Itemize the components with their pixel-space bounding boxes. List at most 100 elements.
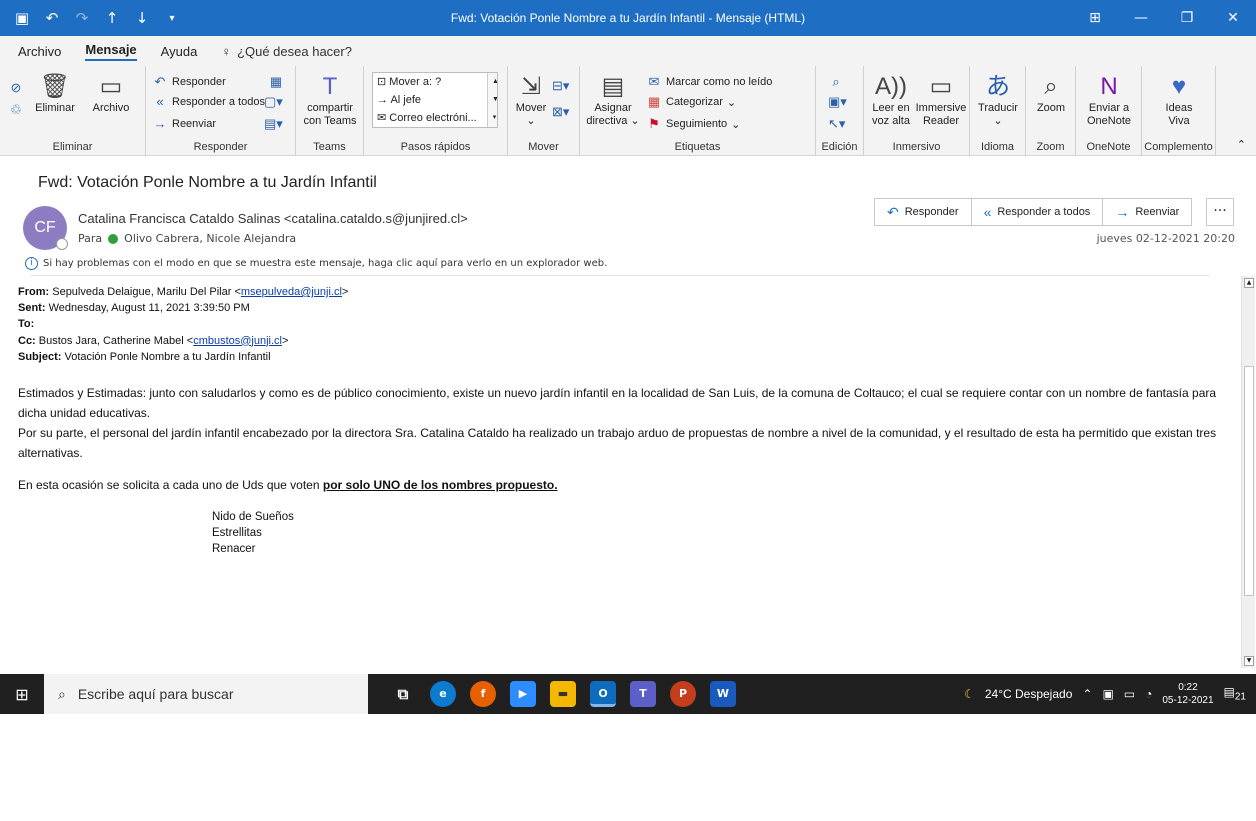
mark-unread-button[interactable]: ✉ Marcar como no leído — [646, 74, 773, 90]
file-explorer-icon[interactable]: ▬ — [550, 681, 576, 707]
word-icon[interactable]: W — [710, 681, 736, 707]
battery-icon[interactable]: ▭ — [1124, 687, 1135, 701]
ignore-icon[interactable]: ⊘ — [8, 80, 24, 96]
scroll-down-icon[interactable]: ▼ — [1244, 656, 1254, 666]
firefox-icon[interactable]: f — [470, 681, 496, 707]
title-bar: ▣ ↶ ↷ ↑ ↓ ▾ Fwd: Votación Ponle Nombre a… — [0, 0, 1256, 36]
forward-ribbon-button[interactable]: → Reenviar — [152, 116, 217, 131]
fwd-from: From: Sepulveda Delaigue, Marilu Del Pil… — [18, 286, 349, 298]
share-to-teams-button[interactable]: T compartir con Teams — [300, 72, 360, 128]
delete-button[interactable]: 🗑 Eliminar — [30, 72, 80, 115]
quickstep-email[interactable]: ✉ Correo electróni... — [373, 109, 497, 127]
wifi-icon[interactable]: ◔ — [1145, 687, 1152, 701]
group-inmersivo: A)) Leer en voz alta ▭ Immersive Reader … — [864, 66, 970, 156]
outlook-icon[interactable]: O — [590, 681, 616, 707]
scroll-thumb[interactable] — [1244, 366, 1254, 596]
restore-button[interactable]: ❐ — [1164, 10, 1210, 26]
window-title: Fwd: Votación Ponle Nombre a tu Jardín I… — [450, 11, 806, 25]
group-label-zoom: Zoom — [1036, 141, 1065, 153]
more-respond-icon[interactable]: ▤▾ — [264, 116, 283, 132]
taskbar-search[interactable]: ⌕ Escribe aquí para buscar — [44, 674, 368, 714]
send-to-onenote-button[interactable]: N Enviar a OneNote — [1080, 72, 1138, 128]
tell-me-search[interactable]: ♀ ¿Qué desea hacer? — [221, 44, 352, 59]
meeting-icon[interactable]: ▦ — [268, 74, 284, 90]
group-teams: T compartir con Teams Teams — [296, 66, 364, 156]
header-divider — [30, 275, 1210, 276]
windows-start-icon[interactable]: ⊞ — [0, 685, 44, 704]
reply-button[interactable]: ↶ Responder — [875, 199, 972, 225]
read-aloud-button[interactable]: A)) Leer en voz alta — [868, 72, 914, 128]
fwd-subject: Subject: Votación Ponle Nombre a tu Jard… — [18, 350, 271, 363]
more-actions-button[interactable]: ··· — [1206, 198, 1234, 226]
ribbon-options-icon[interactable]: ⊞ — [1072, 10, 1118, 26]
meet-now-icon[interactable]: ▣ — [1102, 687, 1113, 701]
minimize-button[interactable]: — — [1118, 10, 1164, 26]
task-view-icon[interactable]: ⧉ — [390, 681, 416, 707]
zoom-button[interactable]: ⌕ Zoom — [1030, 72, 1072, 115]
edge-icon[interactable]: e — [430, 681, 456, 707]
translate-button[interactable]: あ Traducir ⌄ — [974, 72, 1022, 128]
immersive-reader-button[interactable]: ▭ Immersive Reader — [914, 72, 968, 128]
move-button[interactable]: ⇲ Mover ⌄ — [514, 72, 548, 128]
option-item: Renacer — [212, 543, 256, 556]
body-paragraph-1: Estimados y Estimadas: junto con saludar… — [18, 386, 1217, 421]
fwd-to: To: — [18, 318, 35, 331]
group-quick-steps: ⊡ Mover a: ? → Al jefe ✉ Correo electrón… — [364, 66, 508, 156]
quickstep-move-to[interactable]: ⊡ Mover a: ? — [373, 73, 497, 91]
undo-icon[interactable]: ↶ — [44, 9, 60, 27]
avatar[interactable]: CF — [23, 206, 68, 250]
rules-icon[interactable]: ⊟▾ — [552, 78, 569, 94]
select-icon[interactable]: ↖▾ — [828, 116, 845, 132]
archive-button[interactable]: ▭ Archivo — [86, 72, 136, 115]
tray-chevron-icon[interactable]: ⌃ — [1082, 687, 1092, 701]
tab-archivo[interactable]: Archivo — [18, 44, 61, 59]
flag-icon: ⚑ — [648, 116, 660, 131]
reply-ribbon-button[interactable]: ↶ Responder — [152, 74, 226, 90]
powerpoint-icon[interactable]: P — [670, 681, 696, 707]
sender-line[interactable]: Catalina Francisca Cataldo Salinas <cata… — [78, 211, 468, 226]
clock[interactable]: 0:22 05-12-2021 — [1162, 681, 1213, 707]
quickstep-to-boss[interactable]: → Al jefe — [373, 91, 497, 109]
save-icon[interactable]: ▣ — [14, 9, 30, 27]
categorize-button[interactable]: ▦ Categorizar ⌄ — [646, 94, 736, 110]
search-icon: ⌕ — [58, 685, 66, 702]
assign-policy-button[interactable]: ▤ Asignar directiva ⌄ — [584, 72, 642, 128]
presence-status-icon — [56, 238, 68, 250]
related-icon[interactable]: ▣▾ — [828, 94, 847, 110]
reply-all-button[interactable]: «Responder a todos — [972, 199, 1104, 225]
from-email-link[interactable]: msepulveda@junji.cl — [241, 286, 342, 298]
up-arrow-icon[interactable]: ↑ — [104, 9, 120, 27]
message-scrollbar[interactable]: ▲ ▼ — [1241, 276, 1255, 668]
group-complemento: ♥ Ideas Viva Complemento — [1142, 66, 1216, 156]
customize-qat-icon[interactable]: ▾ — [164, 13, 180, 24]
teams-taskbar-icon[interactable]: T — [630, 681, 656, 707]
taskbar-search-placeholder: Escribe aquí para buscar — [77, 686, 234, 702]
display-problem-infobar[interactable]: i Si hay problemas con el modo en que se… — [25, 257, 607, 270]
weather-text[interactable]: 24°C Despejado — [985, 687, 1073, 701]
group-label-onenote: OneNote — [1086, 141, 1131, 153]
recipient-name[interactable]: Olivo Cabrera, Nicole Alejandra — [124, 232, 296, 245]
find-icon[interactable]: ⌕ — [828, 74, 844, 90]
viva-insights-button[interactable]: ♥ Ideas Viva — [1150, 72, 1208, 128]
zoom-app-icon[interactable]: ▶ — [510, 681, 536, 707]
im-icon[interactable]: ▢▾ — [264, 94, 283, 110]
cleanup-icon[interactable]: ♲ — [8, 102, 24, 118]
followup-button[interactable]: ⚑ Seguimiento ⌄ — [646, 116, 740, 132]
tell-me-label: ¿Qué desea hacer? — [237, 43, 352, 59]
reply-all-ribbon-button[interactable]: «Responder a todos — [152, 94, 265, 109]
forward-button[interactable]: → Reenviar — [1103, 199, 1191, 225]
group-idioma: あ Traducir ⌄ Idioma — [970, 66, 1026, 156]
close-button[interactable]: ✕ — [1210, 10, 1256, 26]
cc-email-link[interactable]: cmbustos@junji.cl — [193, 335, 282, 347]
tab-mensaje[interactable]: Mensaje — [85, 42, 137, 61]
quick-steps-scroll[interactable]: ▲▼▾ — [487, 73, 497, 127]
tab-ayuda[interactable]: Ayuda — [161, 44, 198, 59]
collapse-ribbon-icon[interactable]: ⌃ — [1237, 138, 1246, 151]
scroll-up-icon[interactable]: ▲ — [1244, 278, 1254, 288]
down-arrow-icon[interactable]: ↓ — [134, 9, 150, 27]
moon-weather-icon: ☾ — [964, 687, 975, 701]
notifications-icon[interactable]: ▤21 — [1224, 685, 1246, 702]
categories-icon: ▦ — [647, 94, 661, 109]
redo-icon[interactable]: ↷ — [74, 9, 90, 27]
onenote-move-icon[interactable]: ⊠▾ — [552, 104, 569, 120]
